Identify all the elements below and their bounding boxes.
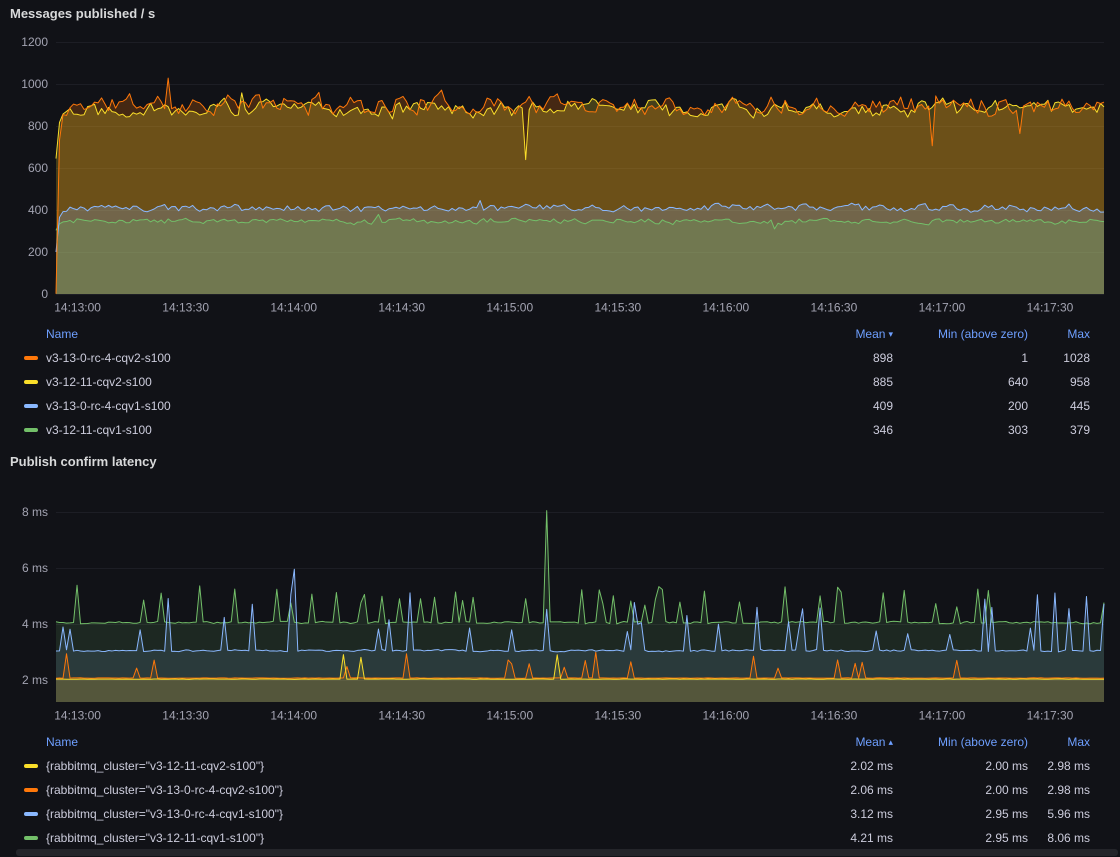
mean-header-label: Mean [855,327,885,341]
series-toggle[interactable]: {rabbitmq_cluster="v3-12-11-cqv2-s100"} [24,759,783,773]
series-toggle[interactable]: v3-13-0-rc-4-cqv1-s100 [24,399,783,413]
legend-row: v3-12-11-cqv1-s100 346 303 379 [10,418,1110,442]
mean-value: 898 [783,351,893,365]
series-label: v3-12-11-cqv1-s100 [46,423,152,437]
legend-header: Name Mean▾ Min (above zero) Max [10,322,1110,346]
legend-col-name[interactable]: Name [24,327,783,341]
panel-messages-published: Messages published / s Name Mean▾ Min (a… [10,6,1110,442]
max-value: 1028 [1028,351,1090,365]
series-label: {rabbitmq_cluster="v3-12-11-cqv2-s100"} [46,759,264,773]
panel-title-messages[interactable]: Messages published / s [10,6,1110,22]
series-toggle[interactable]: {rabbitmq_cluster="v3-13-0-rc-4-cqv2-s10… [24,783,783,797]
panel-publish-confirm-latency: Publish confirm latency Name Mean▴ Min (… [10,454,1110,850]
mean-header-label: Mean [855,735,885,749]
legend-col-min[interactable]: Min (above zero) [893,327,1028,341]
legend-row: {rabbitmq_cluster="v3-12-11-cqv1-s100"} … [10,826,1110,850]
mean-value: 409 [783,399,893,413]
min-value: 2.00 ms [893,759,1028,773]
series-color-swatch [24,356,38,360]
series-toggle[interactable]: {rabbitmq_cluster="v3-12-11-cqv1-s100"} [24,831,783,845]
legend-row: v3-13-0-rc-4-cqv2-s100 898 1 1028 [10,346,1110,370]
legend-row: v3-13-0-rc-4-cqv1-s100 409 200 445 [10,394,1110,418]
series-label: v3-13-0-rc-4-cqv1-s100 [46,399,171,413]
min-value: 303 [893,423,1028,437]
series-color-swatch [24,764,38,768]
panel-title-latency[interactable]: Publish confirm latency [10,454,1110,470]
max-value: 958 [1028,375,1090,389]
series-toggle[interactable]: v3-13-0-rc-4-cqv2-s100 [24,351,783,365]
legend-table-messages: Name Mean▾ Min (above zero) Max v3-13-0-… [10,322,1110,442]
sort-ascending-icon: ▴ [888,737,893,748]
series-label: {rabbitmq_cluster="v3-12-11-cqv1-s100"} [46,831,264,845]
legend-row: v3-12-11-cqv2-s100 885 640 958 [10,370,1110,394]
series-color-swatch [24,428,38,432]
legend-row: {rabbitmq_cluster="v3-13-0-rc-4-cqv1-s10… [10,802,1110,826]
legend-header: Name Mean▴ Min (above zero) Max [10,730,1110,754]
legend-col-mean[interactable]: Mean▾ [783,327,893,341]
legend-row: {rabbitmq_cluster="v3-12-11-cqv2-s100"} … [10,754,1110,778]
series-label: {rabbitmq_cluster="v3-13-0-rc-4-cqv1-s10… [46,807,283,821]
mean-value: 885 [783,375,893,389]
max-value: 2.98 ms [1028,783,1090,797]
legend-col-name[interactable]: Name [24,735,783,749]
series-color-swatch [24,812,38,816]
max-value: 5.96 ms [1028,807,1090,821]
legend-table-latency: Name Mean▴ Min (above zero) Max {rabbitm… [10,730,1110,850]
legend-col-mean[interactable]: Mean▴ [783,735,893,749]
min-value: 200 [893,399,1028,413]
series-label: {rabbitmq_cluster="v3-13-0-rc-4-cqv2-s10… [46,783,283,797]
series-color-swatch [24,788,38,792]
max-value: 8.06 ms [1028,831,1090,845]
mean-value: 2.02 ms [783,759,893,773]
series-color-swatch [24,404,38,408]
min-value: 1 [893,351,1028,365]
max-value: 445 [1028,399,1090,413]
series-toggle[interactable]: v3-12-11-cqv2-s100 [24,375,783,389]
mean-value: 4.21 ms [783,831,893,845]
legend-col-min[interactable]: Min (above zero) [893,735,1028,749]
min-value: 2.95 ms [893,831,1028,845]
min-value: 640 [893,375,1028,389]
min-value: 2.95 ms [893,807,1028,821]
horizontal-scrollbar[interactable] [16,849,1118,856]
grafana-dashboard: Messages published / s Name Mean▾ Min (a… [0,0,1120,857]
series-color-swatch [24,380,38,384]
sort-descending-icon: ▾ [888,329,893,340]
mean-value: 2.06 ms [783,783,893,797]
series-label: v3-12-11-cqv2-s100 [46,375,152,389]
series-color-swatch [24,836,38,840]
timeseries-chart-messages[interactable] [10,30,1110,320]
legend-row: {rabbitmq_cluster="v3-13-0-rc-4-cqv2-s10… [10,778,1110,802]
mean-value: 3.12 ms [783,807,893,821]
series-toggle[interactable]: {rabbitmq_cluster="v3-13-0-rc-4-cqv1-s10… [24,807,783,821]
max-value: 2.98 ms [1028,759,1090,773]
series-label: v3-13-0-rc-4-cqv2-s100 [46,351,171,365]
series-toggle[interactable]: v3-12-11-cqv1-s100 [24,423,783,437]
mean-value: 346 [783,423,893,437]
max-value: 379 [1028,423,1090,437]
timeseries-chart-latency[interactable] [10,478,1110,728]
min-value: 2.00 ms [893,783,1028,797]
legend-col-max[interactable]: Max [1028,735,1090,749]
legend-col-max[interactable]: Max [1028,327,1090,341]
